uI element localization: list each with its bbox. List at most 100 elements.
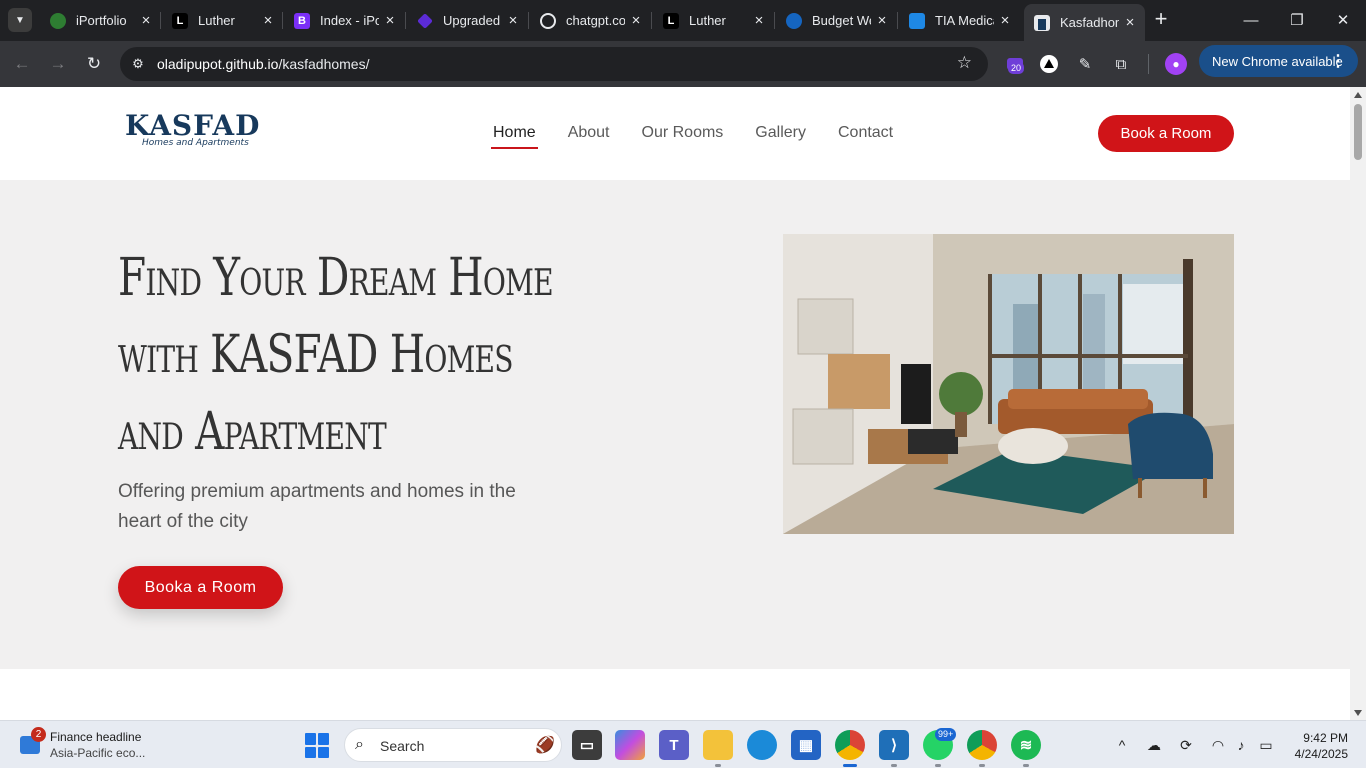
wifi-icon[interactable]: ◠ [1208, 735, 1228, 755]
tab-title: Luther [198, 13, 235, 28]
task-view-icon[interactable]: ▭ [572, 730, 602, 760]
file-explorer-icon[interactable] [703, 730, 733, 767]
clock-date: 4/24/2025 [1294, 747, 1348, 761]
openai-icon [540, 12, 556, 29]
restore-button[interactable]: ❐ [1274, 0, 1320, 40]
tab-title: TIA Medical [935, 13, 994, 28]
new-chrome-label: New Chrome available [1212, 53, 1343, 69]
living-room-photo [783, 234, 1234, 534]
nav-contact[interactable]: Contact [838, 124, 893, 148]
address-bar[interactable]: ⚙ oladipupot.github.io/kasfadhomes/ ☆ [120, 47, 988, 81]
chrome-icon[interactable] [835, 730, 865, 767]
tab-luther[interactable]: L Luther × [162, 6, 283, 35]
scroll-thumb[interactable] [1354, 104, 1362, 160]
globe-icon [50, 12, 66, 29]
puzzle-icon[interactable]: ⧉ [1110, 53, 1132, 75]
nav-home[interactable]: Home [491, 124, 538, 149]
teams-icon[interactable]: T [659, 730, 689, 760]
hero-subtitle: Offering premium apartments and homes in… [118, 481, 516, 532]
tab-upgraded[interactable]: Upgraded × [407, 6, 528, 35]
scroll-down-icon[interactable] [1354, 710, 1362, 716]
new-chrome-available-button[interactable]: New Chrome available ⋮ [1199, 45, 1358, 77]
store-icon[interactable]: ▦ [791, 730, 821, 760]
spotify-icon[interactable]: ≋ [1011, 730, 1041, 767]
forward-button[interactable]: → [46, 52, 70, 76]
close-icon[interactable]: × [139, 12, 153, 29]
tab-tia-medical[interactable]: TIA Medical × [899, 6, 1020, 35]
close-icon[interactable]: × [998, 12, 1012, 29]
close-icon[interactable]: × [506, 12, 520, 29]
scroll-up-icon[interactable] [1354, 92, 1362, 98]
url-text[interactable]: oladipupot.github.io/kasfadhomes/ [157, 56, 370, 72]
main-nav: Home About Our Rooms Gallery Contact [491, 124, 925, 149]
hero-book-room-button[interactable]: Booka a Room [118, 566, 283, 609]
tab-title: iPortfolio [76, 13, 127, 28]
tab-title: Kasfadhomes [1060, 15, 1119, 30]
pen-extension-icon[interactable]: ✎ [1074, 53, 1096, 75]
tab-title: chatgpt.com [566, 13, 625, 28]
page-scrollbar[interactable] [1350, 87, 1366, 720]
copilot-icon[interactable] [615, 730, 645, 760]
edge-icon[interactable] [747, 730, 777, 760]
tab-iportfolio[interactable]: iPortfolio × [40, 6, 161, 35]
clock-time: 9:42 PM [1303, 731, 1348, 745]
triangle-extension-icon[interactable] [1038, 53, 1060, 75]
browser-toolbar: ← → ↻ ⚙ oladipupot.github.io/kasfadhomes… [0, 41, 1366, 87]
back-button[interactable]: ← [10, 52, 34, 76]
taskbar-search[interactable]: ⌕ Search 🏈 [344, 728, 562, 762]
bookmark-star-icon[interactable]: ☆ [957, 53, 972, 73]
close-icon[interactable]: × [383, 12, 397, 29]
vscode-icon[interactable]: ⟩ [879, 730, 909, 767]
site-info-icon[interactable]: ⚙ [130, 56, 146, 72]
search-icon: ⌕ [355, 736, 364, 753]
battery-icon[interactable]: ▭ [1256, 735, 1276, 755]
close-icon[interactable]: × [1123, 14, 1137, 31]
close-icon[interactable]: × [875, 12, 889, 29]
more-menu-icon[interactable]: ⋮ [1330, 51, 1346, 71]
tab-title: Upgraded [443, 13, 501, 28]
start-button[interactable] [305, 733, 330, 758]
whatsapp-badge: 99+ [935, 728, 957, 741]
shield-icon [786, 12, 802, 29]
hero-section: Find Your Dream Home with KASFAD Homes a… [0, 180, 1350, 669]
logo-brand: KASFAD [125, 109, 261, 142]
chevron-up-icon[interactable]: ^ [1112, 735, 1132, 755]
system-clock[interactable]: 9:42 PM 4/24/2025 [1286, 730, 1348, 762]
news-title: Finance headline [50, 730, 142, 744]
logo-tagline: Homes and Apartments [142, 138, 249, 148]
tab-luther-2[interactable]: L Luther × [653, 6, 774, 35]
minimize-button[interactable]: — [1228, 0, 1274, 40]
new-tab-button[interactable]: + [1150, 8, 1172, 30]
close-icon[interactable]: × [261, 12, 275, 29]
tab-chatgpt[interactable]: chatgpt.com × [530, 6, 651, 35]
reload-button[interactable]: ↻ [82, 52, 106, 76]
nav-gallery[interactable]: Gallery [755, 124, 806, 148]
news-widget[interactable]: 2 Finance headline Asia-Pacific eco... [14, 727, 164, 763]
close-icon[interactable]: × [629, 12, 643, 29]
close-icon[interactable]: × [752, 12, 766, 29]
onedrive-icon[interactable]: ☁ [1144, 735, 1164, 755]
letter-l-icon: L [663, 12, 679, 29]
tab-title: Budget Web [812, 13, 871, 28]
tab-kasfadhomes[interactable]: Kasfadhomes × [1024, 4, 1145, 41]
letter-l-icon: L [172, 12, 188, 29]
hero-heading: Find Your Dream Home with KASFAD Homes a… [118, 248, 554, 462]
sync-icon[interactable]: ⟳ [1176, 735, 1196, 755]
tab-index-iportfolio[interactable]: B Index - iPortfolio × [284, 6, 405, 35]
search-highlight-icon: 🏈 [535, 737, 555, 754]
nav-about[interactable]: About [568, 124, 610, 148]
volume-icon[interactable]: ♪ [1231, 735, 1251, 755]
nav-our-rooms[interactable]: Our Rooms [642, 124, 724, 148]
header-book-room-button[interactable]: Book a Room [1098, 115, 1234, 152]
news-subtitle: Asia-Pacific eco... [50, 746, 146, 760]
building-icon [1034, 14, 1050, 31]
close-window-button[interactable]: ✕ [1320, 0, 1366, 40]
extension-badge: 20 [1008, 62, 1025, 74]
tab-title: Index - iPortfolio [320, 13, 379, 28]
profile-avatar[interactable]: ● [1165, 53, 1187, 75]
kasfad-logo[interactable]: KASFAD Homes and Apartments [125, 109, 261, 149]
chrome-profile-icon[interactable] [967, 730, 997, 767]
tab-budget[interactable]: Budget Web × [776, 6, 897, 35]
news-badge: 2 [31, 727, 46, 742]
tab-search-button[interactable]: ▼ [8, 8, 32, 32]
